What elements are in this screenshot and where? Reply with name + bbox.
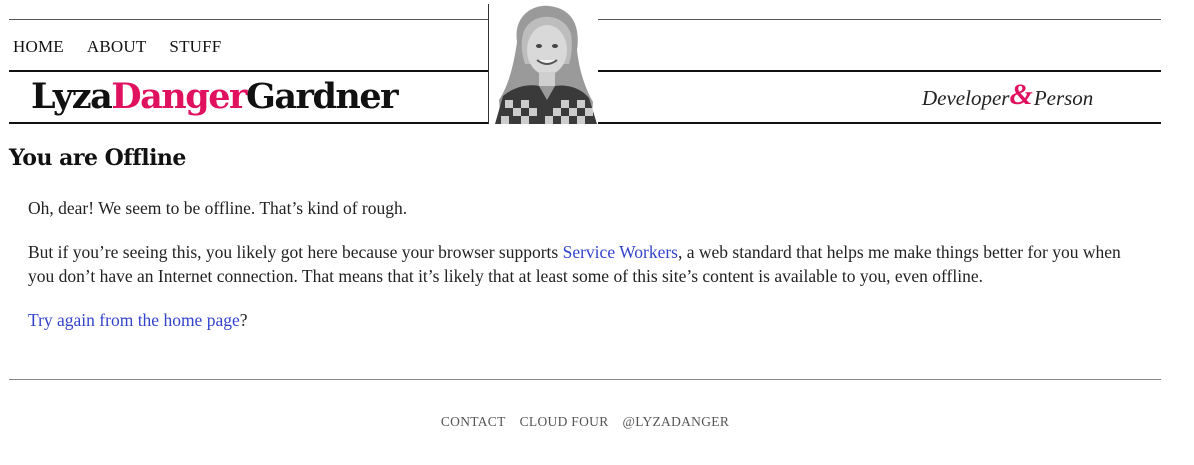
tagline-ampersand: & [1009,77,1033,111]
tagline-left: Developer [922,86,1010,110]
footer-contact-link[interactable]: CONTACT [441,414,506,430]
sw-text-before: But if you’re seeing this, you likely go… [28,242,563,262]
logo-middle: Danger [111,76,247,117]
tagline-right: Person [1033,86,1094,110]
portrait-image [489,4,598,124]
nav-about-link[interactable]: ABOUT [87,37,147,57]
retry-question-mark: ? [239,310,248,330]
footer-twitter-link[interactable]: @LYZADANGER [623,414,730,430]
nav-home-link[interactable]: HOME [13,37,64,57]
site-footer: CONTACT CLOUD FOUR @LYZADANGER [0,414,1170,430]
nav-stuff-link[interactable]: STUFF [169,37,221,57]
try-again-link[interactable]: Try again from the home page [28,310,240,330]
service-workers-link[interactable]: Service Workers [563,242,678,262]
site-tagline: Developer & Person [922,79,1094,111]
logo-first: Lyza [31,76,113,117]
retry-paragraph: Try again from the home page? [28,308,1138,332]
logo-last: Gardner [245,76,399,117]
site-logo[interactable]: LyzaDangerGardner [31,75,399,119]
footer-cloud-four-link[interactable]: CLOUD FOUR [520,414,609,430]
main-nav: HOME ABOUT STUFF [13,37,244,57]
page-title: You are Offline [9,145,186,171]
footer-divider [9,379,1161,380]
author-portrait [488,4,598,124]
offline-message: Oh, dear! We seem to be offline. That’s … [28,198,408,218]
service-worker-paragraph: But if you’re seeing this, you likely go… [28,240,1138,288]
main-content: Oh, dear! We seem to be offline. That’s … [28,196,1138,352]
